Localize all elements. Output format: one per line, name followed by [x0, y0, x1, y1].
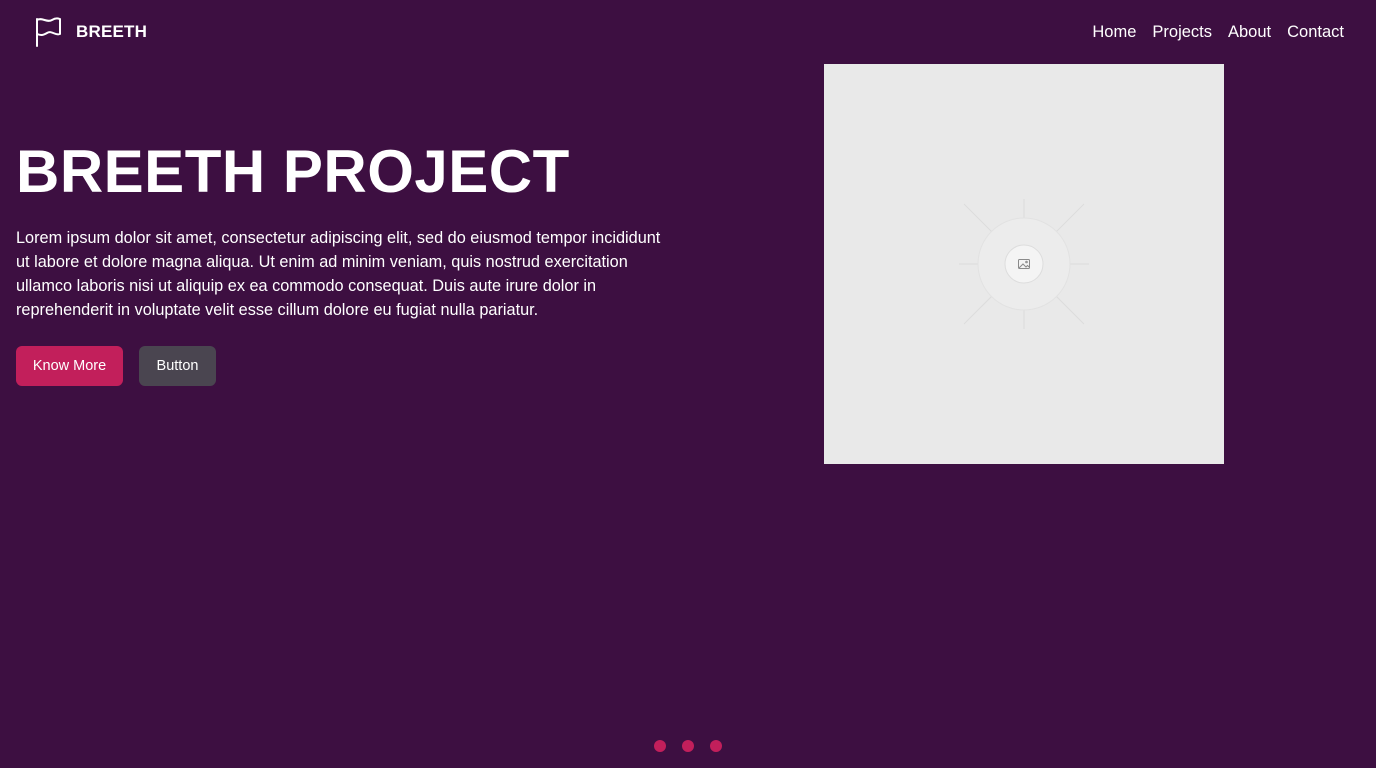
carousel-dot-2[interactable]	[682, 740, 694, 752]
main-nav: Home Projects About Contact	[1092, 20, 1344, 44]
nav-projects[interactable]: Projects	[1152, 20, 1212, 44]
know-more-button[interactable]: Know More	[16, 346, 123, 386]
nav-home[interactable]: Home	[1092, 20, 1136, 44]
image-placeholder-icon	[959, 199, 1089, 329]
brand-link[interactable]: BREETH	[32, 16, 147, 48]
carousel-dot-1[interactable]	[654, 740, 666, 752]
brand-name: BREETH	[76, 22, 148, 41]
hero-description: Lorem ipsum dolor sit amet, consectetur …	[16, 229, 661, 319]
carousel-dot-3[interactable]	[710, 740, 722, 752]
carousel-indicators	[654, 740, 722, 752]
hero-title: BREETH PROJECT	[16, 138, 570, 205]
nav-about[interactable]: About	[1228, 20, 1271, 44]
hero-image-placeholder	[824, 64, 1224, 464]
navbar: BREETH Home Projects About Contact	[0, 0, 1376, 64]
nav-contact[interactable]: Contact	[1287, 20, 1344, 44]
flag-icon	[32, 16, 64, 48]
secondary-button[interactable]: Button	[139, 346, 216, 386]
